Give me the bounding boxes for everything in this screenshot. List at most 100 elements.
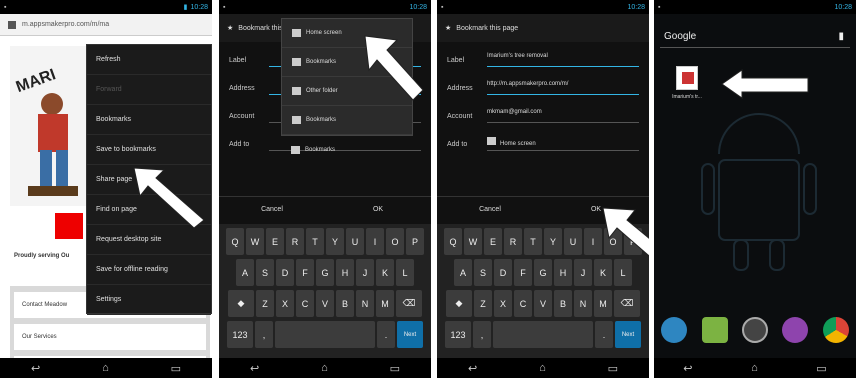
key-a[interactable]: A [236,259,254,286]
key-t[interactable]: T [306,228,324,255]
key-y[interactable]: Y [544,228,562,255]
key-v[interactable]: V [534,290,552,317]
key-j[interactable]: J [574,259,592,286]
key-z[interactable]: Z [256,290,274,317]
key-j[interactable]: J [356,259,374,286]
space-key[interactable] [493,321,593,348]
key-l[interactable]: L [396,259,414,286]
list-item[interactable]: Our Services [14,324,206,350]
app-shortcut-icon[interactable] [676,66,698,90]
space-key[interactable] [275,321,375,348]
menu-item-forward[interactable]: Forward [87,75,211,105]
backspace-key[interactable]: ⌫ [614,290,640,317]
key-e[interactable]: E [266,228,284,255]
chrome-app-icon[interactable] [822,317,849,343]
key-m[interactable]: M [376,290,394,317]
home-icon[interactable]: ⌂ [102,362,109,374]
menu-item-bookmarks[interactable]: Bookmarks [87,105,211,135]
browser-app-icon[interactable] [661,317,688,343]
address-field[interactable]: http://m.appsmakerpro.com/m/ [487,81,639,95]
key-p[interactable]: P [406,228,424,255]
period-key[interactable]: . [377,321,395,348]
home-icon[interactable]: ⌂ [539,362,546,374]
cancel-button[interactable]: Cancel [437,196,543,222]
key-e[interactable]: E [484,228,502,255]
key-w[interactable]: W [246,228,264,255]
key-f[interactable]: F [514,259,532,286]
key-f[interactable]: F [296,259,314,286]
key-u[interactable]: U [346,228,364,255]
google-search-bar[interactable]: Google ▮ [660,26,850,48]
key-w[interactable]: W [464,228,482,255]
home-icon[interactable]: ⌂ [321,362,328,374]
status-time: 10:28 [409,3,427,11]
key-n[interactable]: N [356,290,374,317]
back-icon[interactable]: ↩ [683,362,692,375]
home-icon[interactable]: ⌂ [751,362,758,374]
folder-icon [292,116,301,124]
back-icon[interactable]: ↩ [31,362,40,375]
key-n[interactable]: N [574,290,592,317]
key-k[interactable]: K [376,259,394,286]
add-to-select[interactable]: Home screen [487,137,639,151]
dropdown-item-bookmarks-folder[interactable]: Bookmarks [282,106,412,135]
key-y[interactable]: Y [326,228,344,255]
period-key[interactable]: . [595,321,613,348]
recents-icon[interactable]: ▭ [608,362,618,375]
back-icon[interactable]: ↩ [250,362,259,375]
key-g[interactable]: G [534,259,552,286]
key-r[interactable]: R [286,228,304,255]
messaging-app-icon[interactable] [701,317,728,343]
menu-item-save-to-bookmarks[interactable]: Save to bookmarks [87,135,211,165]
recents-icon[interactable]: ▭ [816,362,826,375]
key-c[interactable]: C [296,290,314,317]
url-bar[interactable]: m.appsmakerpro.com/m/ma [0,14,212,36]
key-x[interactable]: X [494,290,512,317]
back-icon[interactable]: ↩ [468,362,477,375]
key-m[interactable]: M [594,290,612,317]
backspace-key[interactable]: ⌫ [396,290,422,317]
key-o[interactable]: O [386,228,404,255]
key-a[interactable]: A [454,259,472,286]
key-g[interactable]: G [316,259,334,286]
key-x[interactable]: X [276,290,294,317]
key-s[interactable]: S [256,259,274,286]
cancel-button[interactable]: Cancel [219,196,325,222]
key-r[interactable]: R [504,228,522,255]
key-q[interactable]: Q [226,228,244,255]
key-q[interactable]: Q [444,228,462,255]
symbols-key[interactable]: 123 [445,321,471,348]
key-z[interactable]: Z [474,290,492,317]
key-b[interactable]: B [336,290,354,317]
microphone-icon[interactable]: ▮ [838,31,844,42]
next-key[interactable]: Next [615,321,641,348]
label-field[interactable]: Imarium's tree removal [487,53,639,67]
key-d[interactable]: D [276,259,294,286]
key-v[interactable]: V [316,290,334,317]
recents-icon[interactable]: ▭ [390,362,400,375]
menu-item-save-offline[interactable]: Save for offline reading [87,255,211,285]
account-select[interactable]: mkmam@gmail.com [487,109,639,123]
comma-key[interactable]: , [255,321,273,348]
shift-key[interactable]: ◆ [446,290,472,317]
key-t[interactable]: T [524,228,542,255]
key-h[interactable]: H [554,259,572,286]
key-s[interactable]: S [474,259,492,286]
symbols-key[interactable]: 123 [227,321,253,348]
add-to-current[interactable]: Bookmarks [281,136,421,164]
recents-icon[interactable]: ▭ [171,362,181,375]
comma-key[interactable]: , [473,321,491,348]
key-d[interactable]: D [494,259,512,286]
key-u[interactable]: U [564,228,582,255]
key-c[interactable]: C [514,290,532,317]
app-drawer-icon[interactable] [741,317,768,343]
key-h[interactable]: H [336,259,354,286]
menu-item-settings[interactable]: Settings [87,285,211,315]
key-b[interactable]: B [554,290,572,317]
ok-button[interactable]: OK [325,196,431,222]
next-key[interactable]: Next [397,321,423,348]
key-i[interactable]: I [366,228,384,255]
shift-key[interactable]: ◆ [228,290,254,317]
menu-item-refresh[interactable]: Refresh [87,45,211,75]
market-app-icon[interactable] [782,317,809,343]
